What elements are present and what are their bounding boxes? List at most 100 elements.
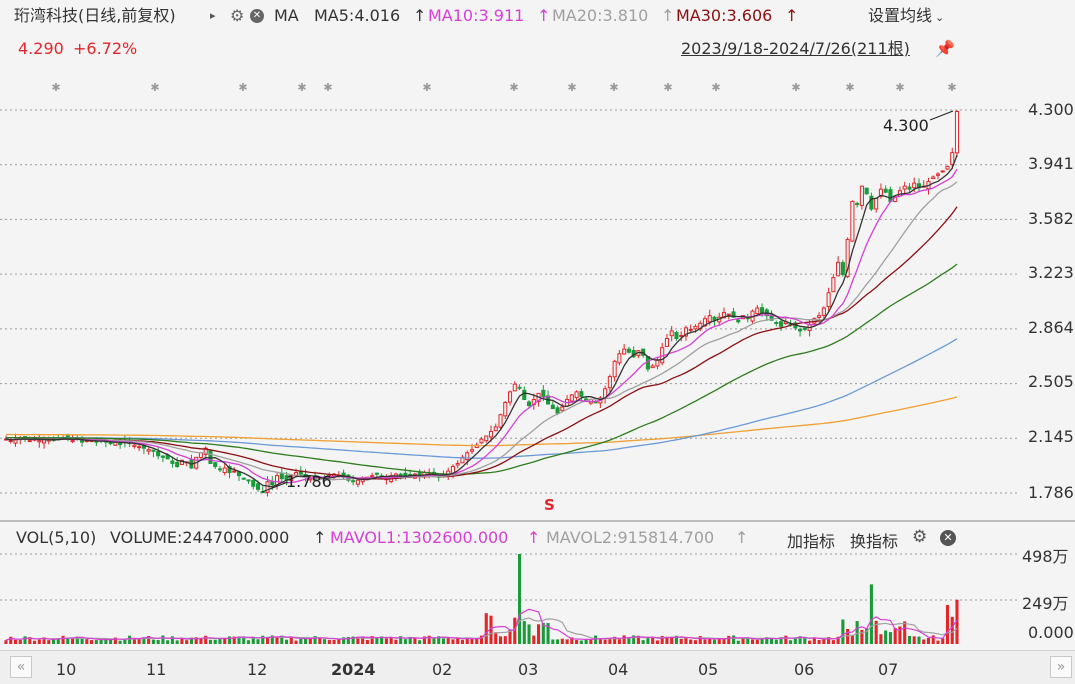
volume-bar [389, 637, 393, 644]
arrow-up-icon: ↑ [537, 6, 551, 25]
volume-bar [456, 638, 460, 644]
candle [241, 477, 246, 480]
volume-bar [503, 636, 507, 644]
x-tick: 02 [432, 660, 453, 679]
volume-bar [817, 640, 821, 644]
volume-bar [4, 640, 8, 644]
volume-bar [451, 639, 455, 644]
candlestick-chart[interactable]: ✱ ✱ ✱ ✱ ✱ ✱ ✱ ✱ ✱ ✱ ✱ ✱ ✱ ✱ ✱ [0, 70, 1075, 520]
volume-bar [926, 637, 931, 644]
volume-bar [575, 639, 579, 644]
candle [883, 188, 888, 193]
ma-settings-label: 设置均线 [868, 6, 933, 25]
volume-bar [384, 638, 388, 644]
price-tick: 2.505 [1028, 372, 1074, 391]
gear-icon[interactable]: ⚙ [912, 527, 927, 547]
volume-bar [903, 621, 907, 644]
signal-marker[interactable]: S [544, 496, 555, 514]
volume-bar [123, 639, 127, 644]
volume-bar [13, 639, 18, 644]
candle [888, 189, 893, 202]
close-icon[interactable]: ✕ [940, 530, 956, 546]
x-tick: 10 [56, 660, 77, 679]
candle [498, 414, 503, 428]
volume-bar [831, 640, 835, 644]
event-marker: ✱ [422, 81, 431, 94]
volume-bar [712, 639, 717, 644]
gear-icon[interactable]: ⚙ [230, 6, 244, 26]
price-tick: 2.145 [1028, 427, 1074, 446]
candle [817, 315, 822, 318]
price-tick: 1.786 [1028, 483, 1074, 502]
ma-settings-button[interactable]: 设置均线 ⌄ [868, 6, 944, 28]
volume-bar [180, 638, 184, 644]
scroll-right-button[interactable]: » [1050, 656, 1072, 678]
volume-bar [922, 639, 926, 644]
event-marker: ✱ [711, 81, 720, 94]
volume-bar [403, 639, 407, 644]
x-tick: 04 [608, 660, 629, 679]
candle [736, 319, 741, 323]
period-mode[interactable]: (日线,前复权) [78, 6, 176, 25]
volume-bar [708, 638, 712, 644]
volume-bar [879, 634, 883, 644]
volume-tick: 498万 [1022, 547, 1069, 566]
volume-bar [517, 554, 522, 644]
candle [864, 187, 869, 195]
volume-bar [418, 640, 422, 644]
arrow-up-icon: ↑ [413, 6, 427, 25]
volume-bar [18, 640, 22, 644]
volume-bar [936, 640, 940, 644]
volume-bar [651, 637, 655, 644]
candle [935, 173, 941, 176]
volume-bar [61, 635, 65, 644]
expand-arrow-icon[interactable]: ▸ [210, 6, 216, 26]
candle [469, 449, 475, 452]
candle [622, 348, 627, 355]
candle [779, 321, 784, 327]
volume-bar [736, 640, 740, 644]
volume-bar [784, 635, 788, 644]
candle [759, 307, 765, 314]
volume-bar [156, 639, 160, 644]
volume-bar [161, 635, 165, 644]
price-tick: 4.300 [1028, 100, 1074, 119]
candle [374, 472, 379, 475]
volume-bar [808, 640, 812, 644]
candle [869, 195, 874, 210]
candle [912, 182, 917, 189]
date-range[interactable]: 2023/9/18-2024/7/26(211根) [681, 39, 910, 59]
volume-bar [494, 632, 498, 644]
volume-bar [565, 639, 569, 644]
volume-bar [698, 636, 702, 644]
pin-icon[interactable]: 📌 [935, 39, 955, 59]
volume-chart[interactable] [0, 548, 1075, 648]
close-icon[interactable]: ✕ [250, 9, 264, 23]
candle [850, 200, 855, 242]
candle [831, 277, 836, 293]
candle [555, 407, 560, 414]
volume-bar [907, 635, 911, 644]
volume-bar [603, 639, 607, 644]
candle [484, 435, 489, 442]
candle [945, 165, 950, 170]
change-percent: +6.72% [73, 39, 138, 58]
candle [8, 440, 13, 443]
candle [151, 449, 156, 452]
volume-bar [627, 638, 631, 644]
volume-bar [803, 637, 807, 644]
candle [826, 292, 831, 308]
candle [503, 402, 508, 417]
candle [707, 315, 712, 323]
candle [950, 152, 955, 165]
price-tick: 2.864 [1028, 318, 1074, 337]
volume-tick: 0.000 [1028, 623, 1074, 642]
mavol1-line [5, 608, 958, 641]
volume-bar [945, 604, 950, 644]
scroll-left-button[interactable]: « [10, 656, 32, 678]
last-price: 4.290 [18, 39, 64, 58]
event-marker: ✱ [791, 81, 800, 94]
volume-bar [622, 635, 626, 644]
candle [108, 441, 113, 445]
volume-bar [413, 637, 417, 644]
